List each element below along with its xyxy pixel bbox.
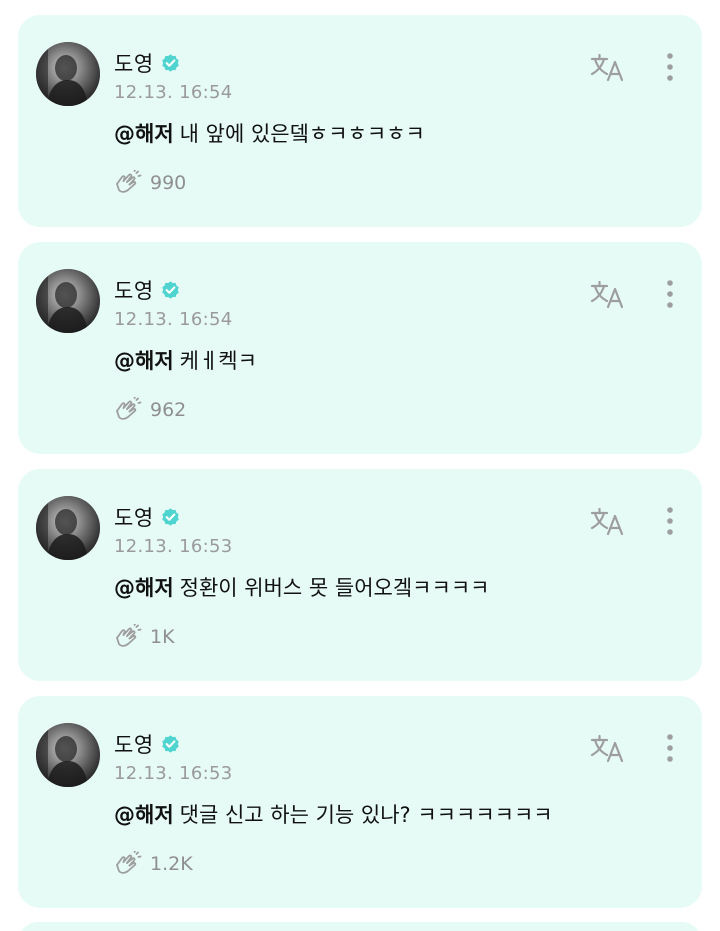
author-name[interactable]: 도영 xyxy=(114,275,154,305)
like-count: 1.2K xyxy=(150,853,193,875)
verified-badge-icon xyxy=(160,507,181,528)
comment-text: @해저 댓글 신고 하는 기능 있나? ㅋㅋㅋㅋㅋㅋㅋ xyxy=(114,799,553,829)
avatar[interactable] xyxy=(36,723,100,787)
more-options-button[interactable] xyxy=(660,505,680,537)
mention-link[interactable]: @해저 xyxy=(114,803,174,827)
comment-card[interactable]: 도영 12.13. 16:54 @해저 내 앞에 있은뎈ㅎㅋㅎㅋㅎㅋ 990 xyxy=(18,15,702,227)
like-hands-icon xyxy=(114,850,142,877)
comment-text: @해저 케ㅔ켁ㅋ xyxy=(114,345,257,375)
author-name[interactable]: 도영 xyxy=(114,48,154,78)
translate-icon xyxy=(590,734,626,768)
author-row: 도영 xyxy=(114,48,181,78)
like-count: 1K xyxy=(150,626,175,648)
comment-text: @해저 내 앞에 있은뎈ㅎㅋㅎㅋㅎㅋ xyxy=(114,118,425,148)
author-name[interactable]: 도영 xyxy=(114,502,154,532)
comment-body: 내 앞에 있은뎈ㅎㅋㅎㅋㅎㅋ xyxy=(179,122,425,146)
comment-card[interactable]: 도영 12.13. 16:54 @해저 케ㅔ켁ㅋ 962 xyxy=(18,242,702,454)
more-vertical-icon xyxy=(660,734,680,768)
comment-card[interactable]: 도영 12.13. 16:53 @해저 정환이 위버스 못 들어오겤ㅋㅋㅋㅋ 1… xyxy=(18,469,702,681)
translate-button[interactable] xyxy=(590,280,626,310)
mention-link[interactable]: @해저 xyxy=(114,349,174,373)
translate-button[interactable] xyxy=(590,53,626,83)
author-row: 도영 xyxy=(114,275,181,305)
more-options-button[interactable] xyxy=(660,732,680,764)
author-name[interactable]: 도영 xyxy=(114,729,154,759)
avatar[interactable] xyxy=(36,496,100,560)
comment-timestamp: 12.13. 16:54 xyxy=(114,82,233,103)
more-vertical-icon xyxy=(660,53,680,87)
translate-icon xyxy=(590,53,626,87)
verified-badge-icon xyxy=(160,734,181,755)
like-button[interactable]: 1K xyxy=(114,622,175,652)
more-vertical-icon xyxy=(660,280,680,314)
like-button[interactable]: 990 xyxy=(114,168,186,198)
translate-icon xyxy=(590,280,626,314)
comment-card-partial[interactable] xyxy=(18,922,702,931)
like-button[interactable]: 1.2K xyxy=(114,849,193,879)
comment-timestamp: 12.13. 16:54 xyxy=(114,309,233,330)
comment-card[interactable]: 도영 12.13. 16:53 @해저 댓글 신고 하는 기능 있나? ㅋㅋㅋㅋㅋ… xyxy=(18,696,702,908)
more-vertical-icon xyxy=(660,507,680,541)
comment-body: 정환이 위버스 못 들어오겤ㅋㅋㅋㅋ xyxy=(179,576,490,600)
comment-text: @해저 정환이 위버스 못 들어오겤ㅋㅋㅋㅋ xyxy=(114,572,489,602)
like-hands-icon xyxy=(114,623,142,650)
like-hands-icon xyxy=(114,169,142,196)
like-count: 962 xyxy=(150,399,187,421)
comment-timestamp: 12.13. 16:53 xyxy=(114,536,233,557)
comment-timestamp: 12.13. 16:53 xyxy=(114,763,233,784)
translate-icon xyxy=(590,507,626,541)
like-hands-icon xyxy=(114,396,142,423)
mention-link[interactable]: @해저 xyxy=(114,122,174,146)
author-row: 도영 xyxy=(114,502,181,532)
avatar[interactable] xyxy=(36,42,100,106)
more-options-button[interactable] xyxy=(660,51,680,83)
verified-badge-icon xyxy=(160,53,181,74)
avatar[interactable] xyxy=(36,269,100,333)
like-button[interactable]: 962 xyxy=(114,395,186,425)
author-row: 도영 xyxy=(114,729,181,759)
comment-feed: 도영 12.13. 16:54 @해저 내 앞에 있은뎈ㅎㅋㅎㅋㅎㅋ 990 도… xyxy=(0,0,720,931)
mention-link[interactable]: @해저 xyxy=(114,576,174,600)
verified-badge-icon xyxy=(160,280,181,301)
translate-button[interactable] xyxy=(590,734,626,764)
translate-button[interactable] xyxy=(590,507,626,537)
like-count: 990 xyxy=(150,172,187,194)
comment-body: 케ㅔ켁ㅋ xyxy=(179,349,257,373)
comment-body: 댓글 신고 하는 기능 있나? ㅋㅋㅋㅋㅋㅋㅋ xyxy=(179,803,553,827)
more-options-button[interactable] xyxy=(660,278,680,310)
